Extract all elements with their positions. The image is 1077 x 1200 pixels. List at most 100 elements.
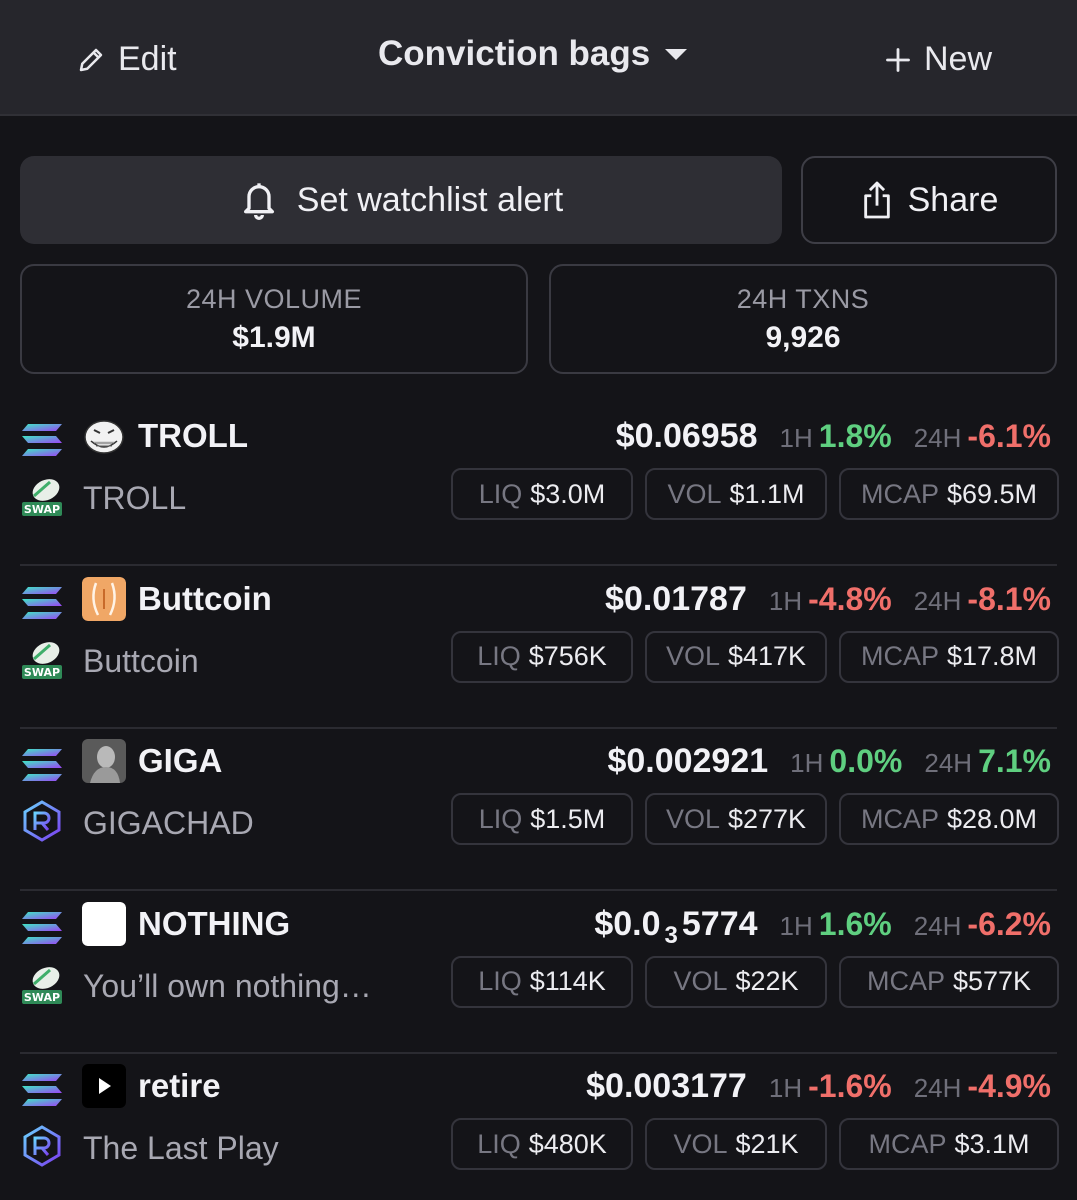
svg-text:SWAP: SWAP — [24, 666, 60, 679]
token-row-giga[interactable]: GIGA GIGACHAD $0.002921 1H 0.0% 24H 7.1%… — [20, 729, 1059, 891]
liquidity-chip: LIQ $114K — [451, 955, 633, 1008]
vol-value: $21K — [735, 1128, 799, 1159]
buttcoin-avatar — [82, 576, 126, 621]
liq-value: $114K — [529, 966, 606, 996]
change-1h: 1.8% — [818, 418, 892, 454]
set-watchlist-alert-button[interactable]: Set watchlist alert — [20, 156, 782, 244]
change-24h: 7.1% — [978, 743, 1051, 779]
token-name: The Last Play — [83, 1130, 279, 1166]
mcap-value: $17.8M — [946, 641, 1038, 671]
mcap-value: $69.5M — [946, 478, 1038, 509]
vol-value: $277K — [727, 803, 807, 834]
alert-label: Set watchlist alert — [296, 180, 564, 219]
pencil-icon — [79, 48, 103, 71]
token-price: $0.0 3 5774 — [594, 904, 758, 949]
token-price: $0.003177 — [586, 1067, 747, 1105]
liquidity-chip: LIQ $756K — [451, 630, 633, 683]
stat-24h-txns: 24H TXNS 9,926 — [549, 264, 1057, 374]
edit-label: Edit — [118, 40, 177, 78]
share-label: Share — [907, 180, 999, 219]
mcap-label: MCAP — [860, 478, 939, 509]
market-cap-chip: MCAP $3.1M — [839, 1118, 1059, 1170]
gigachad-avatar — [82, 739, 126, 783]
token-price-group: $0.06958 1H 1.8% 24H -6.1% — [616, 414, 1051, 460]
mcap-value: $3.1M — [954, 1128, 1030, 1159]
token-row-nothing[interactable]: SWAP NOTHING You’ll own nothing… $0.0 3 57… — [20, 892, 1059, 1054]
liquidity-chip: LIQ $1.5M — [451, 793, 633, 845]
token-row-retire[interactable]: retire The Last Play $0.003177 1H -1.6% … — [20, 1054, 1059, 1200]
volume-chip: VOL $21K — [645, 1118, 827, 1170]
token-name: GIGACHAD — [83, 805, 254, 841]
vol-value: $417K — [727, 641, 807, 671]
change-1h: 1.6% — [818, 905, 892, 942]
swap-dex-icon: SWAP — [22, 966, 62, 1004]
swap-dex-icon: SWAP — [22, 641, 62, 679]
volume-chip: VOL $417K — [645, 630, 827, 683]
timeframe-1h-label: 1H — [779, 910, 813, 941]
new-label: New — [924, 40, 993, 78]
timeframe-24h-label: 24H — [913, 423, 962, 453]
liquidity-chip: LIQ $3.0M — [451, 468, 633, 520]
token-metrics: LIQ $114K VOL $22K MCAP $577K — [451, 955, 1059, 1008]
stat-value: $1.9M — [232, 321, 316, 354]
liq-label: LIQ — [477, 641, 521, 671]
change-1h: -4.8% — [808, 580, 892, 617]
token-symbol: GIGA — [138, 742, 223, 779]
liq-label: LIQ — [478, 478, 523, 509]
token-symbol: Buttcoin — [138, 579, 272, 617]
mcap-value: $577K — [952, 966, 1032, 996]
volume-chip: VOL $22K — [645, 955, 827, 1008]
liq-value: $3.0M — [530, 478, 606, 509]
plus-icon — [886, 47, 910, 72]
token-row-buttcoin[interactable]: SWAP Buttcoin Buttcoin $0.01787 1H -4.8%… — [20, 567, 1059, 729]
token-price: $0.002921 — [607, 742, 769, 780]
liq-label: LIQ — [478, 803, 523, 834]
token-price-group: $0.0 3 5774 1H 1.6% 24H -6.2% — [594, 902, 1051, 958]
swap-dex-icon: SWAP — [22, 479, 62, 516]
share-button[interactable]: Share — [801, 156, 1057, 244]
change-24h: -4.9% — [967, 1068, 1051, 1104]
timeframe-1h-label: 1H — [768, 1073, 803, 1103]
vol-label: VOL — [665, 641, 720, 671]
liq-value: $1.5M — [530, 803, 606, 834]
share-icon — [863, 181, 890, 219]
solana-icon — [22, 911, 62, 944]
timeframe-1h-label: 1H — [768, 585, 803, 616]
timeframe-24h-label: 24H — [913, 910, 962, 941]
vol-label: VOL — [667, 478, 722, 509]
timeframe-1h-label: 1H — [779, 423, 813, 453]
solana-icon — [22, 586, 62, 619]
timeframe-24h-label: 24H — [913, 1073, 962, 1103]
mcap-value: $28.0M — [946, 803, 1038, 834]
token-metrics: LIQ $1.5M VOL $277K MCAP $28.0M — [451, 793, 1059, 845]
change-24h: -6.2% — [967, 905, 1051, 942]
token-symbol: TROLL — [138, 417, 248, 454]
timeframe-24h-label: 24H — [924, 748, 973, 778]
change-1h: 0.0% — [829, 743, 903, 779]
edit-button[interactable]: Edit — [76, 40, 177, 79]
mcap-label: MCAP — [860, 803, 939, 834]
blank-white-avatar — [82, 901, 126, 946]
svg-text:SWAP: SWAP — [24, 991, 60, 1004]
watchlist-selector[interactable]: Conviction bags — [378, 34, 688, 74]
token-name: TROLL — [83, 480, 187, 516]
raydium-dex-icon — [23, 1125, 61, 1167]
vol-label: VOL — [665, 803, 720, 834]
solana-icon — [22, 1074, 62, 1106]
stat-label: 24H VOLUME — [185, 284, 363, 314]
stat-value: 9,926 — [765, 321, 841, 354]
token-price-group: $0.002921 1H 0.0% 24H 7.1% — [607, 739, 1051, 785]
market-cap-chip: MCAP $577K — [839, 955, 1059, 1008]
token-row-troll[interactable]: SWAP TROLL TROLL $0.06958 1H 1.8% 24H -6… — [20, 404, 1059, 566]
token-price: $0.01787 — [605, 579, 747, 618]
change-24h: -6.1% — [967, 418, 1051, 454]
market-cap-chip: MCAP $69.5M — [839, 468, 1059, 520]
token-metrics: LIQ $480K VOL $21K MCAP $3.1M — [451, 1118, 1059, 1170]
token-price: $0.06958 — [615, 417, 758, 455]
token-price-group: $0.01787 1H -4.8% 24H -8.1% — [605, 577, 1051, 623]
top-bar: Edit Conviction bags New — [0, 0, 1077, 116]
change-24h: -8.1% — [967, 580, 1051, 617]
token-price-group: $0.003177 1H -1.6% 24H -4.9% — [586, 1064, 1051, 1110]
new-watchlist-button[interactable]: New — [884, 40, 992, 79]
bell-icon — [243, 183, 274, 220]
